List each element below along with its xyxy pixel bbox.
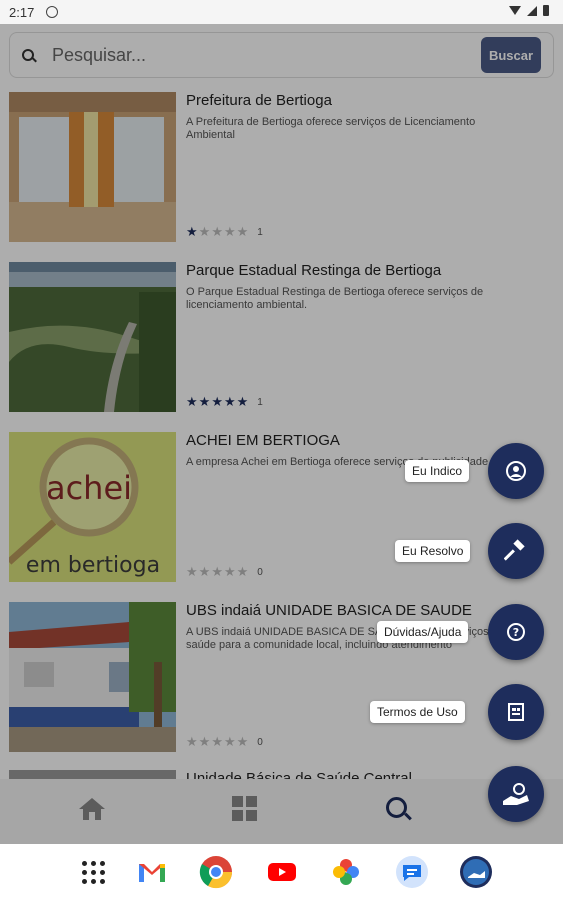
hammer-icon: [504, 539, 525, 561]
messages-icon[interactable]: [395, 855, 429, 889]
handshake-icon: [503, 783, 529, 805]
fab-label-eu-resolvo[interactable]: Eu Resolvo: [395, 540, 471, 562]
chrome-icon[interactable]: [199, 855, 233, 889]
document-icon: [508, 703, 524, 721]
status-time: 2:17: [9, 5, 35, 20]
signal-icon: [527, 5, 537, 16]
notification-icon: [46, 6, 58, 18]
app-icon[interactable]: [459, 855, 493, 889]
wifi-icon: [509, 6, 521, 15]
help-circle-icon: ?: [507, 623, 525, 641]
duvidas-ajuda-button[interactable]: ?: [488, 604, 544, 660]
eu-indico-button[interactable]: [488, 443, 544, 499]
fab-label-termos-de-uso[interactable]: Termos de Uso: [370, 701, 465, 723]
svg-text:?: ?: [513, 626, 519, 639]
app-dock: [0, 844, 563, 900]
main-fab-button[interactable]: [488, 766, 544, 822]
youtube-icon[interactable]: [265, 855, 299, 889]
status-bar: 2:17: [0, 0, 563, 24]
apps-icon[interactable]: [76, 855, 110, 889]
eu-resolvo-button[interactable]: [488, 523, 544, 579]
person-circle-icon: [506, 461, 526, 481]
scrim-overlay[interactable]: [0, 24, 563, 844]
fab-label-duvidas-ajuda[interactable]: Dúvidas/Ajuda: [377, 621, 469, 643]
status-icons: [509, 5, 549, 16]
termos-de-uso-button[interactable]: [488, 684, 544, 740]
photos-icon[interactable]: [329, 855, 363, 889]
battery-icon: [543, 5, 549, 16]
gmail-icon[interactable]: [135, 855, 169, 889]
fab-label-eu-indico[interactable]: Eu Indico: [405, 460, 470, 482]
